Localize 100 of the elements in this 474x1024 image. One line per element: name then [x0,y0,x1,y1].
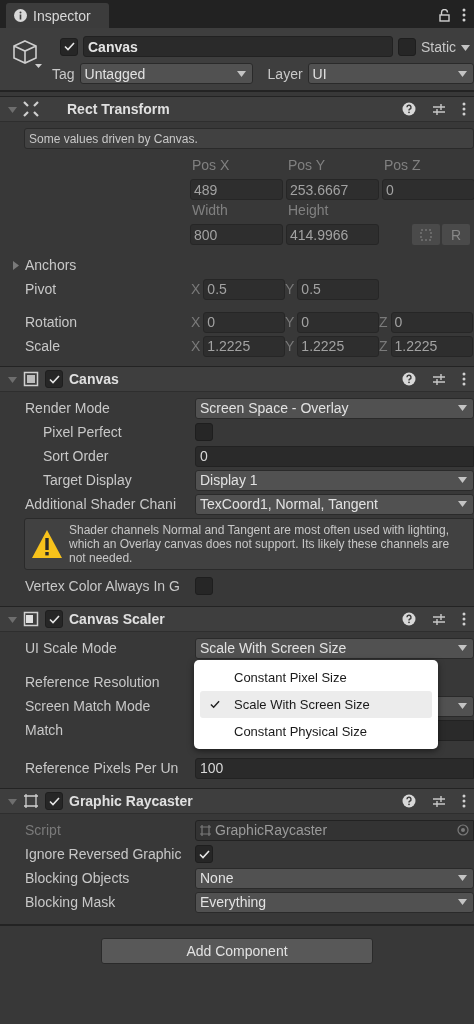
caret-icon [458,477,467,483]
component-title: Graphic Raycaster [69,793,194,809]
input-field[interactable]: 0.5 [297,278,379,300]
caret-icon [458,703,467,709]
input-field[interactable]: 1.2225 [390,335,473,357]
component-title: Canvas Scaler [69,611,166,627]
component-header[interactable]: Canvas Scaler [0,606,474,632]
more-options-icon[interactable] [462,102,466,116]
property-label: Reference Resolution [25,674,161,690]
property-label: Target Display [43,472,133,488]
input-field[interactable]: 0 [390,311,473,333]
field-label: Pos X [191,157,231,175]
script-field: GraphicRaycaster [195,819,474,841]
input-field[interactable]: 100 [195,757,474,779]
field-label: Pos Z [383,157,422,175]
menu-item[interactable]: Scale With Screen Size [200,691,432,718]
check-icon [63,42,75,51]
axis-label: Y [285,281,295,297]
enabled-checkbox[interactable] [45,610,63,628]
axis-label: X [191,314,201,330]
check-icon [198,849,210,859]
property-label: Pivot [25,281,58,297]
input-field[interactable]: 1.2225 [297,335,379,357]
presets-icon[interactable] [432,102,446,116]
dropdown[interactable]: TexCoord1, Normal, Tangent [195,493,474,515]
inspector-tab[interactable]: Inspector [6,3,109,28]
canvas-icon [23,371,39,387]
tag-dropdown[interactable]: Untagged [79,63,253,84]
dotted-square-icon [420,228,432,241]
axis-label: Y [285,314,295,330]
property-label: Ignore Reversed Graphic [25,846,183,862]
add-component-button[interactable]: Add Component [101,938,373,964]
check-icon [48,374,60,384]
property-label: Script [25,822,62,838]
field-label: Width [191,202,229,220]
property-label: Vertex Color Always In G [25,578,181,594]
component-title: Canvas [69,371,120,387]
static-checkbox[interactable] [398,37,416,56]
raycaster-icon [23,793,39,809]
tag-label: Tag [52,65,75,82]
warning-icon [31,529,63,559]
canvas-scaler-icon [23,611,39,627]
help-icon[interactable] [402,612,416,626]
component-header[interactable]: Canvas [0,366,474,392]
input-field[interactable]: 0.5 [203,278,285,300]
property-label: Reference Pixels Per Un [25,760,180,776]
enabled-checkbox[interactable] [45,792,63,810]
axis-label: X [191,281,201,297]
property-label: Blocking Mask [25,894,117,910]
more-options-icon[interactable] [462,794,466,808]
presets-icon[interactable] [432,794,446,808]
foldout-arrow-icon[interactable] [11,260,20,270]
input-field[interactable]: 489 [190,179,283,200]
caret-icon [458,501,467,507]
caret-icon [458,875,467,881]
axis-label: X [191,338,201,354]
active-checkbox[interactable] [60,37,78,56]
help-icon[interactable] [402,794,416,808]
input-field[interactable]: 0 [203,311,285,333]
dropdown[interactable]: Screen Space - Overlay [195,397,474,419]
presets-icon[interactable] [432,612,446,626]
property-label: Match [25,722,65,738]
menu-item[interactable]: Constant Physical Size [200,718,432,745]
layer-dropdown[interactable]: UI [307,63,474,84]
property-label: Sort Order [43,448,110,464]
rect-transform-icon [23,101,39,117]
input-field[interactable]: 0 [297,311,379,333]
checkbox[interactable] [195,845,213,863]
input-field[interactable]: 0 [382,179,474,200]
checkbox[interactable] [195,577,213,595]
property-label: Rotation [25,314,79,330]
component-title: Rect Transform [67,101,171,117]
input-field[interactable]: 0 [195,445,474,467]
checkbox[interactable] [195,423,213,441]
dropdown[interactable]: Scale With Screen Size [195,637,474,659]
help-icon[interactable] [402,372,416,386]
input-field[interactable]: 800 [190,224,283,245]
input-field[interactable]: 414.9966 [286,224,379,245]
caret-icon [458,645,467,651]
name-field[interactable]: Canvas [83,36,393,57]
check-icon [48,614,60,624]
dropdown[interactable]: Display 1 [195,469,474,491]
input-field[interactable]: 253.6667 [286,179,379,200]
more-options-icon[interactable] [462,612,466,626]
menu-item[interactable]: Constant Pixel Size [200,664,432,691]
help-icon[interactable] [402,102,416,116]
presets-icon[interactable] [432,372,446,386]
lock-icon[interactable] [439,8,450,22]
axis-label: Z [379,314,388,330]
more-options-icon[interactable] [462,8,466,22]
enabled-checkbox[interactable] [45,370,63,388]
component-header[interactable]: Rect Transform [0,96,474,122]
dropdown[interactable]: None [195,867,474,889]
more-options-icon[interactable] [462,372,466,386]
caret-icon [236,70,246,77]
property-label: Blocking Objects [25,870,131,886]
dropdown[interactable]: Everything [195,891,474,913]
input-field[interactable]: 1.2225 [203,335,285,357]
check-icon [210,700,220,709]
component-header[interactable]: Graphic Raycaster [0,788,474,814]
